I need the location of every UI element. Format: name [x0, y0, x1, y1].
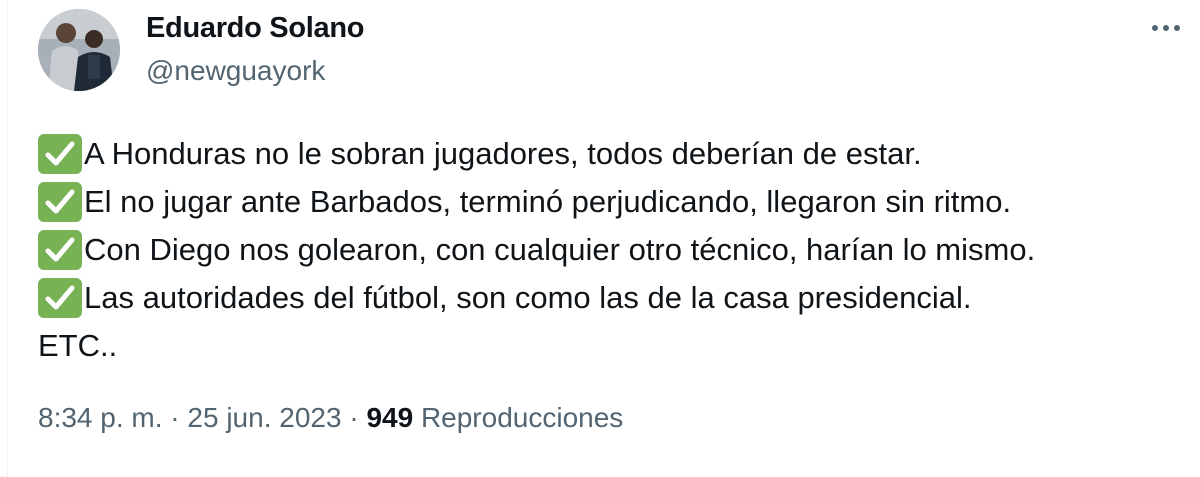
tweet-text: A Honduras no le sobran jugadores, todos…: [38, 130, 1188, 370]
check-mark-emoji-icon: [38, 278, 82, 318]
tweet-line: Con Diego nos golearon, con cualquier ot…: [38, 226, 1188, 274]
tweet-line: Las autoridades del fútbol, son como las…: [38, 274, 1188, 322]
author-display-name[interactable]: Eduardo Solano: [146, 12, 364, 45]
tweet-date[interactable]: 25 jun. 2023: [187, 402, 341, 433]
tweet-meta: 8:34 p. m. · 25 jun. 2023 · 949 Reproduc…: [38, 402, 623, 434]
views-count: 949: [366, 402, 414, 433]
meta-separator: ·: [170, 402, 180, 433]
avatar[interactable]: [38, 9, 120, 91]
tweet-line: ETC..: [38, 322, 1188, 370]
views-label: Reproducciones: [420, 402, 624, 433]
tweet-line-text: Con Diego nos golearon, con cualquier ot…: [84, 232, 1036, 267]
more-options-button[interactable]: [1142, 10, 1190, 46]
tweet-line: A Honduras no le sobran jugadores, todos…: [38, 130, 1188, 178]
tweet-line-text: A Honduras no le sobran jugadores, todos…: [84, 136, 922, 171]
author-handle[interactable]: @newguayork: [146, 55, 325, 87]
tweet-time[interactable]: 8:34 p. m.: [38, 402, 163, 433]
check-mark-emoji-icon: [38, 230, 82, 270]
avatar-photo: [38, 9, 120, 91]
tweet-line: El no jugar ante Barbados, terminó perju…: [38, 178, 1188, 226]
tweet-left-border: [7, 0, 8, 477]
check-mark-emoji-icon: [38, 182, 82, 222]
more-horizontal-icon: [1152, 25, 1180, 31]
meta-separator: ·: [349, 402, 359, 433]
tweet-line-text: Las autoridades del fútbol, son como las…: [84, 280, 972, 315]
tweet-line-text: El no jugar ante Barbados, terminó perju…: [84, 184, 1012, 219]
check-mark-emoji-icon: [38, 134, 82, 174]
tweet-line-text: ETC..: [38, 328, 118, 363]
